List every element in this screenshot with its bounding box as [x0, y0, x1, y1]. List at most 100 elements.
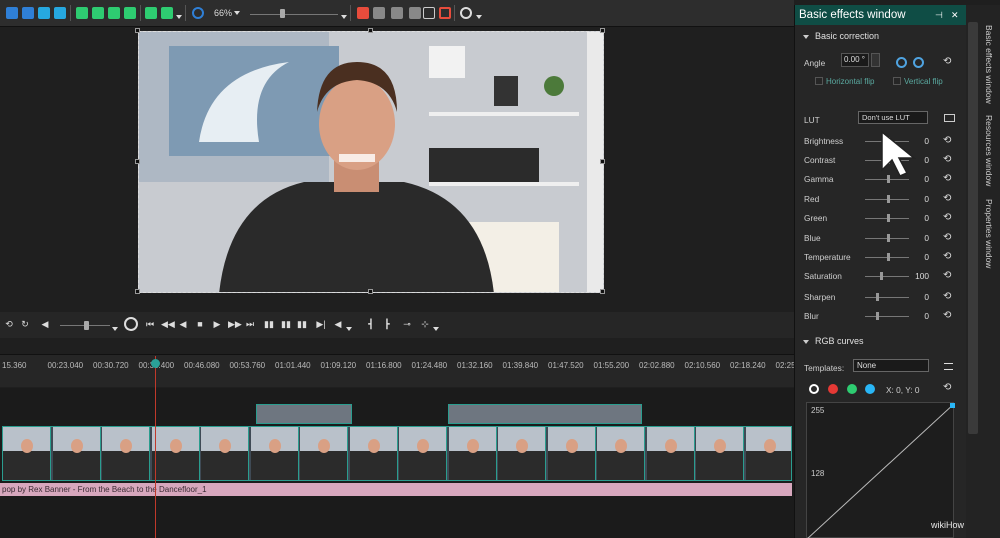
- audio-clip[interactable]: pop by Rex Banner - From the Beach to th…: [0, 483, 792, 496]
- step-icon[interactable]: ▶: [212, 319, 222, 329]
- zoom-slider-knob[interactable]: [280, 9, 285, 18]
- param-value[interactable]: 0: [913, 233, 929, 243]
- main-video-clip[interactable]: [2, 426, 792, 481]
- reset-icon[interactable]: ⟲: [943, 291, 951, 302]
- overlay-clip[interactable]: [256, 404, 352, 424]
- pin-icon[interactable]: ⊣: [935, 10, 943, 21]
- templates-select[interactable]: None: [853, 359, 929, 372]
- rotate-left-icon[interactable]: [896, 57, 907, 68]
- split-alt-icon[interactable]: ▮▮: [281, 319, 291, 329]
- skip-end-icon[interactable]: ⏭: [245, 319, 255, 329]
- record-icon[interactable]: [439, 7, 451, 19]
- param-slider[interactable]: [865, 195, 909, 203]
- param-slider[interactable]: [865, 312, 909, 320]
- reset-angle-icon[interactable]: ⟲: [943, 56, 951, 67]
- reset-icon[interactable]: ⟲: [943, 251, 951, 262]
- zoom-level[interactable]: 66%: [214, 8, 232, 18]
- tab-basic-effects[interactable]: Basic effects window: [984, 25, 994, 104]
- param-value[interactable]: 0: [913, 252, 929, 262]
- param-slider-knob[interactable]: [887, 253, 890, 261]
- channel-white-dot[interactable]: [809, 384, 819, 394]
- folder-icon[interactable]: [944, 114, 955, 122]
- param-value[interactable]: 0: [913, 194, 929, 204]
- volume-icon[interactable]: ◀: [40, 319, 50, 329]
- close-icon[interactable]: ✕: [951, 10, 959, 21]
- lut-select[interactable]: Don't use LUT: [858, 111, 928, 124]
- horizontal-flip-checkbox[interactable]: [815, 77, 823, 85]
- align-left-icon[interactable]: ┫: [366, 319, 376, 329]
- param-value[interactable]: 0: [913, 292, 929, 302]
- reset-icon[interactable]: ⟲: [943, 232, 951, 243]
- param-slider[interactable]: [865, 214, 909, 222]
- param-value[interactable]: 0: [913, 213, 929, 223]
- param-value[interactable]: 100: [913, 271, 929, 281]
- param-slider-knob[interactable]: [876, 293, 879, 301]
- trim-icon[interactable]: ▮▮: [297, 319, 307, 329]
- param-slider[interactable]: [865, 293, 909, 301]
- fast-forward-icon[interactable]: ▶▶: [228, 319, 242, 329]
- effects-icon[interactable]: ⊹: [420, 319, 430, 329]
- skip-start-icon[interactable]: ⏮: [145, 319, 155, 329]
- next-marker-icon[interactable]: ▶|: [316, 319, 326, 329]
- param-value[interactable]: 0: [913, 311, 929, 321]
- templates-menu-icon[interactable]: [944, 363, 953, 370]
- reset-curves-icon[interactable]: ⟲: [943, 382, 951, 393]
- arrow-down-icon[interactable]: [92, 7, 104, 19]
- rotate-right-icon[interactable]: [913, 57, 924, 68]
- snap-icon[interactable]: [391, 7, 403, 19]
- clock-icon[interactable]: [124, 317, 138, 331]
- reset-icon[interactable]: ⟲: [943, 135, 951, 146]
- loop-icon[interactable]: ⟲: [4, 319, 14, 329]
- tab-properties[interactable]: Properties window: [984, 199, 994, 268]
- gear-icon[interactable]: [460, 7, 472, 19]
- rewind-icon[interactable]: ◀◀: [161, 319, 175, 329]
- vertical-flip-checkbox[interactable]: [893, 77, 901, 85]
- marker-icon[interactable]: ◀: [333, 319, 343, 329]
- param-slider-knob[interactable]: [887, 214, 890, 222]
- video-preview[interactable]: [138, 31, 604, 293]
- channel-red-dot[interactable]: [828, 384, 838, 394]
- overlay-clip[interactable]: [448, 404, 642, 424]
- align-right-icon[interactable]: ┣: [382, 319, 392, 329]
- reset-icon[interactable]: ⟲: [943, 212, 951, 223]
- panel-scrollbar[interactable]: [968, 22, 978, 434]
- param-slider-knob[interactable]: [876, 312, 879, 320]
- ungroup-icon[interactable]: [161, 7, 173, 19]
- repeat-icon[interactable]: ↻: [20, 319, 30, 329]
- volume-knob[interactable]: [84, 321, 89, 330]
- group-icon[interactable]: [145, 7, 157, 19]
- param-slider-knob[interactable]: [887, 234, 890, 242]
- step-back-icon[interactable]: ◀: [178, 319, 188, 329]
- param-slider-knob[interactable]: [880, 272, 883, 280]
- timeline-ruler[interactable]: 15.36000:23.04000:30.72000:38.40000:46.0…: [0, 354, 811, 387]
- channel-green-dot[interactable]: [847, 384, 857, 394]
- reset-icon[interactable]: ⟲: [943, 154, 951, 165]
- reset-icon[interactable]: ⟲: [943, 193, 951, 204]
- square-icon[interactable]: [38, 7, 50, 19]
- zoom-slider[interactable]: [250, 14, 338, 15]
- reset-icon[interactable]: ⟲: [943, 270, 951, 281]
- tab-resources[interactable]: Resources window: [984, 115, 994, 186]
- square-outline-icon[interactable]: [423, 7, 435, 19]
- move-icon[interactable]: [192, 7, 204, 19]
- param-slider[interactable]: [865, 234, 909, 242]
- angle-stepper[interactable]: [871, 53, 880, 67]
- arrow-bottom-icon[interactable]: [124, 7, 136, 19]
- arrow-up-icon[interactable]: [76, 7, 88, 19]
- align-icon[interactable]: [357, 7, 369, 19]
- grid-icon[interactable]: [373, 7, 385, 19]
- param-slider[interactable]: [865, 272, 909, 280]
- arrow-top-icon[interactable]: [108, 7, 120, 19]
- square-alt-icon[interactable]: [54, 7, 66, 19]
- playhead-handle[interactable]: [151, 359, 160, 368]
- add-text-icon[interactable]: [22, 7, 34, 19]
- curve-editor[interactable]: 255 128: [806, 402, 956, 538]
- param-slider-knob[interactable]: [887, 195, 890, 203]
- crop-icon[interactable]: [409, 7, 421, 19]
- rgb-curves-header[interactable]: RGB curves: [803, 336, 864, 346]
- reset-icon[interactable]: ⟲: [943, 310, 951, 321]
- reset-icon[interactable]: ⟲: [943, 173, 951, 184]
- stop-icon[interactable]: ■: [195, 319, 205, 329]
- add-object-icon[interactable]: [6, 7, 18, 19]
- basic-correction-header[interactable]: Basic correction: [803, 31, 879, 41]
